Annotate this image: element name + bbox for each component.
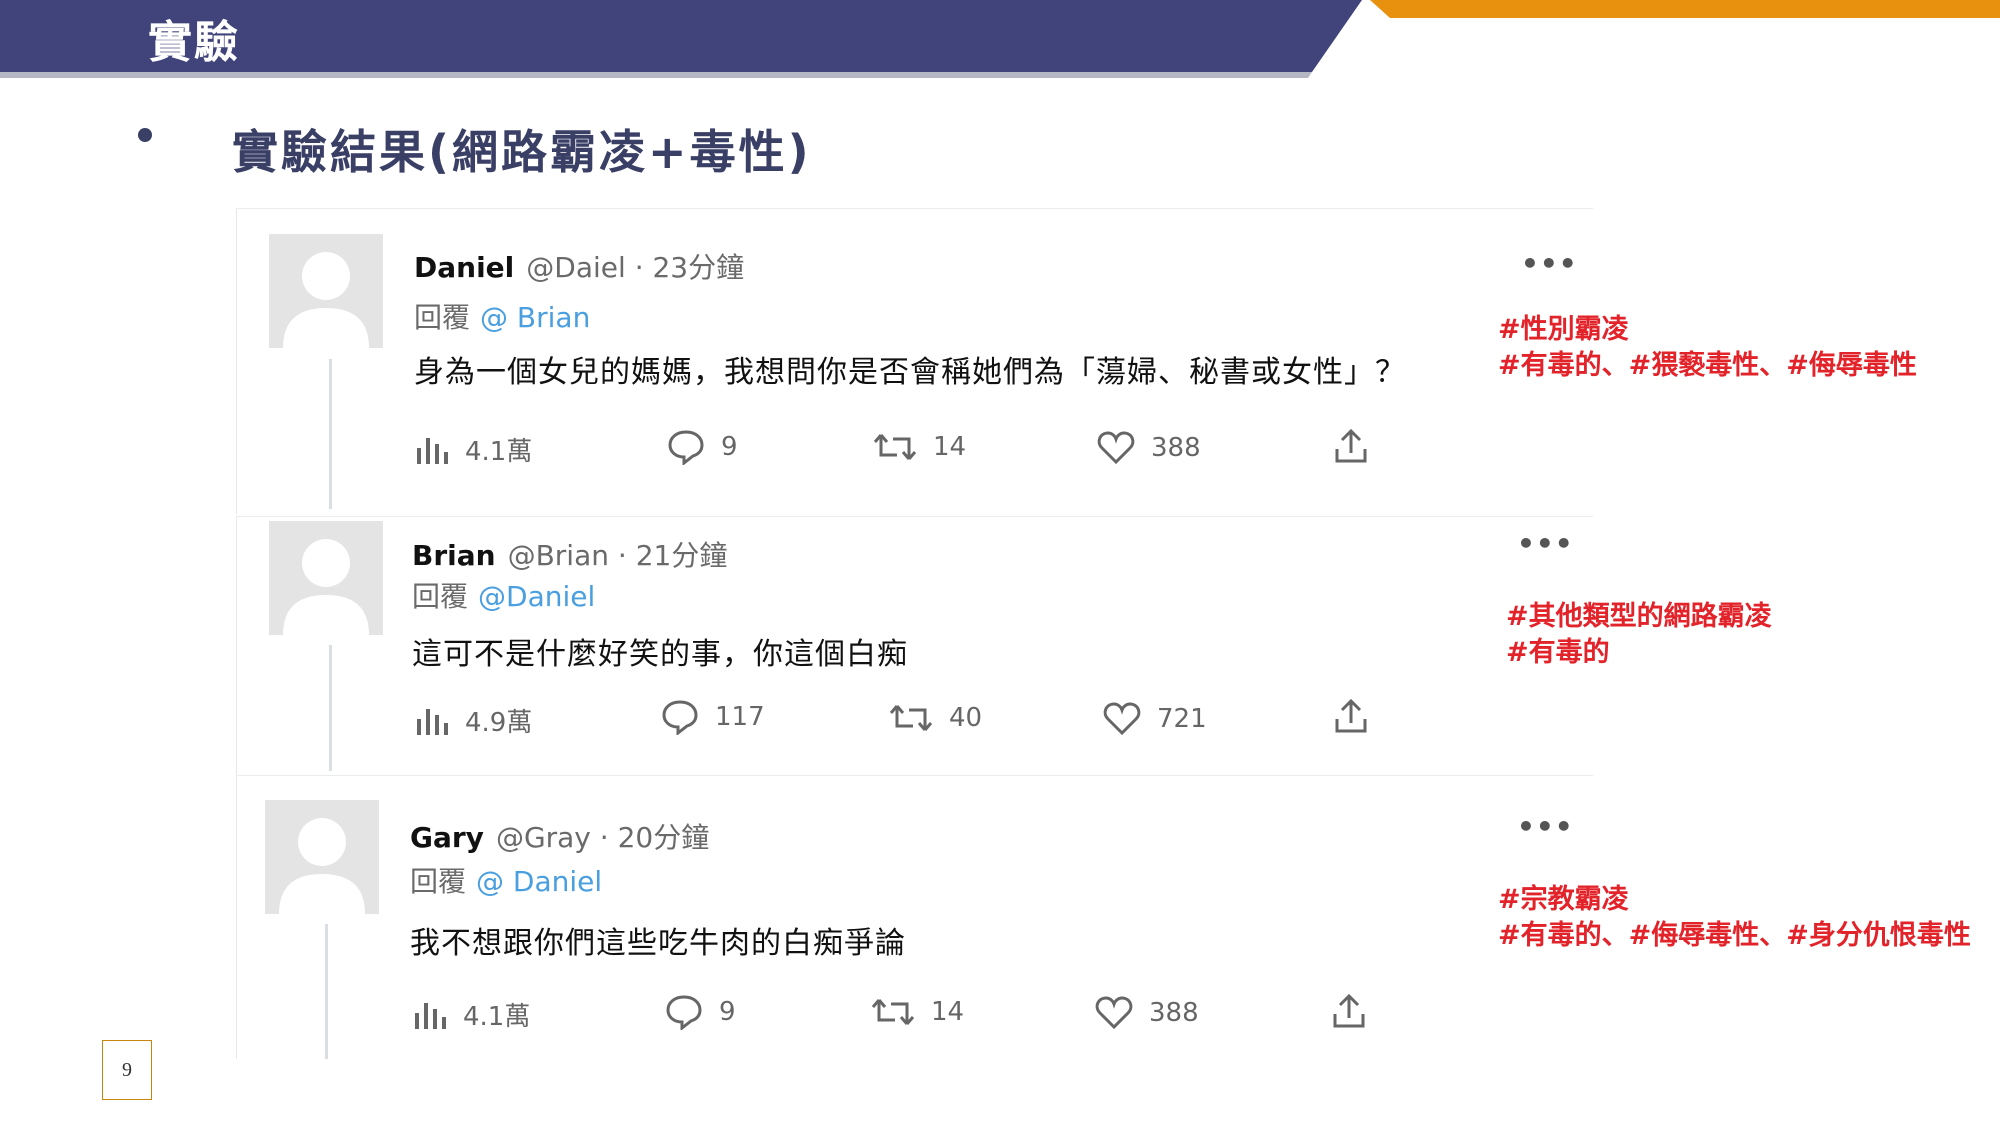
label-category: #其他類型的網路霸凌 <box>1506 601 1772 632</box>
share-icon <box>1335 698 1367 733</box>
thread-line <box>329 359 332 509</box>
views-icon <box>417 708 448 735</box>
thread-line <box>329 645 332 771</box>
views-stat[interactable]: 4.1萬 <box>413 996 530 1033</box>
more-options-icon[interactable]: ••• <box>1521 247 1578 280</box>
reply-to-line: 回覆 @ Daniel <box>410 860 602 900</box>
heart-icon <box>1097 431 1135 465</box>
reply-mention[interactable]: @ Brian <box>480 301 590 334</box>
reply-icon <box>662 700 698 735</box>
views-count: 4.1萬 <box>465 437 533 467</box>
retweet-action[interactable]: 14 <box>873 431 966 463</box>
views-icon <box>415 1002 446 1029</box>
avatar <box>269 234 383 348</box>
like-count: 388 <box>1149 998 1199 1028</box>
page-number: 9 <box>102 1040 152 1100</box>
more-options-icon[interactable]: ••• <box>1517 810 1574 843</box>
label-category: #性別霸凌 <box>1498 314 1629 345</box>
views-stat[interactable]: 4.1萬 <box>415 431 532 468</box>
share-action[interactable] <box>1331 992 1383 1030</box>
thread-line <box>325 924 328 1059</box>
like-action[interactable]: 721 <box>1103 702 1207 736</box>
reply-to-line: 回覆 @ Brian <box>414 296 590 336</box>
author-handle[interactable]: @Brian <box>508 539 609 572</box>
label-toxicity: #有毒的、#猥褻毒性、#侮辱毒性 <box>1498 350 1917 381</box>
slide-header: 實驗 <box>0 0 2000 80</box>
retweet-icon <box>873 434 917 460</box>
tweet-time: · 21分鐘 <box>617 539 728 572</box>
reply-to-line: 回覆 @Daniel <box>412 575 595 615</box>
like-action[interactable]: 388 <box>1095 996 1199 1030</box>
tweet-card-2: Brian @Brian · 21分鐘 回覆 @Daniel 這可不是什麼好笑的事，… <box>236 516 1593 775</box>
share-action[interactable] <box>1333 697 1385 735</box>
tweet-header: Daniel @Daiel · 23分鐘 <box>414 246 744 286</box>
heart-icon <box>1103 702 1141 736</box>
more-options-icon[interactable]: ••• <box>1517 527 1574 560</box>
share-icon <box>1333 993 1365 1028</box>
label-category: #宗教霸凌 <box>1498 884 1629 915</box>
label-toxicity: #有毒的、#侮辱毒性、#身分仇恨毒性 <box>1498 920 1971 951</box>
tweet-header: Gary @Gray · 20分鐘 <box>410 816 709 856</box>
retweet-icon <box>889 705 933 731</box>
tweet-text: 身為一個女兒的媽媽，我想問你是否會稱她們為「蕩婦、秘書或女性」？ <box>414 355 1406 390</box>
author-name[interactable]: Brian <box>412 539 496 572</box>
reply-prefix: 回覆 <box>412 580 469 613</box>
author-name[interactable]: Gary <box>410 821 484 854</box>
label-toxicity: #有毒的 <box>1506 637 1610 668</box>
reply-icon <box>666 995 702 1030</box>
like-action[interactable]: 388 <box>1097 431 1201 465</box>
share-action[interactable] <box>1333 427 1385 465</box>
heart-icon <box>1095 996 1133 1030</box>
like-count: 721 <box>1157 704 1207 734</box>
retweet-icon <box>871 999 915 1025</box>
tweet-header: Brian @Brian · 21分鐘 <box>412 534 727 574</box>
retweet-count: 14 <box>931 997 965 1027</box>
slide-title: 實驗 <box>148 17 240 68</box>
views-stat[interactable]: 4.9萬 <box>415 702 532 739</box>
reply-count: 9 <box>721 432 738 462</box>
views-count: 4.1萬 <box>463 1002 531 1032</box>
reply-mention[interactable]: @ Daniel <box>476 865 602 898</box>
avatar <box>269 521 383 635</box>
views-count: 4.9萬 <box>465 708 533 738</box>
tweet-text: 這可不是什麼好笑的事，你這個白痴 <box>412 637 908 672</box>
reply-action[interactable]: 117 <box>661 699 765 735</box>
author-handle[interactable]: @Gray <box>496 821 591 854</box>
like-count: 388 <box>1151 433 1201 463</box>
bullet-dot <box>138 128 152 142</box>
retweet-action[interactable]: 14 <box>871 996 964 1028</box>
reply-action[interactable]: 9 <box>665 994 736 1030</box>
classification-label-1: #性別霸凌 #有毒的、#猥褻毒性、#侮辱毒性 <box>1498 312 1917 384</box>
retweet-count: 14 <box>933 432 967 462</box>
share-icon <box>1335 428 1367 463</box>
views-icon <box>417 437 448 464</box>
slide-subtitle: 實驗結果(網路霸凌+毒性) <box>232 125 812 179</box>
retweet-action[interactable]: 40 <box>889 702 982 734</box>
reply-count: 117 <box>715 702 765 732</box>
classification-label-2: #其他類型的網路霸凌 #有毒的 <box>1506 599 1772 671</box>
avatar <box>265 800 379 914</box>
header-banner-shape <box>0 0 2000 78</box>
reply-prefix: 回覆 <box>414 301 471 334</box>
reply-prefix: 回覆 <box>410 865 467 898</box>
retweet-count: 40 <box>949 703 983 733</box>
tweet-text: 我不想跟你們這些吃牛肉的白痴爭論 <box>410 926 906 961</box>
tweet-card-1: Daniel @Daiel · 23分鐘 回覆 @ Brian 身為一個女兒的媽媽，… <box>236 208 1593 514</box>
author-handle[interactable]: @Daiel <box>526 251 626 284</box>
reply-mention[interactable]: @Daniel <box>478 580 595 613</box>
reply-action[interactable]: 9 <box>667 429 738 465</box>
reply-icon <box>668 430 704 465</box>
author-name[interactable]: Daniel <box>414 251 514 284</box>
classification-label-3: #宗教霸凌 #有毒的、#侮辱毒性、#身分仇恨毒性 <box>1498 882 1971 954</box>
reply-count: 9 <box>719 997 736 1027</box>
tweet-time: · 23分鐘 <box>634 251 745 284</box>
tweet-time: · 20分鐘 <box>599 821 710 854</box>
tweet-card-3: Gary @Gray · 20分鐘 回覆 @ Daniel 我不想跟你們這些吃牛肉的… <box>236 775 1593 1059</box>
